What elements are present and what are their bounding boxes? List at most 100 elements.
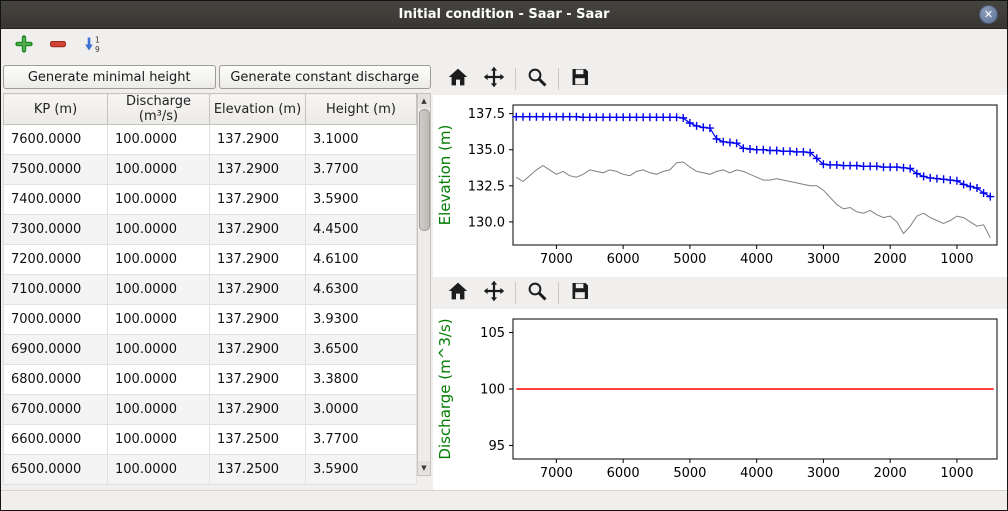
table-cell[interactable]: 6800.0000	[4, 365, 108, 395]
table-cell[interactable]: 137.2900	[210, 335, 306, 365]
save-button[interactable]	[565, 279, 595, 307]
svg-text:2000: 2000	[874, 466, 907, 481]
table-cell[interactable]: 3.6500	[306, 335, 417, 365]
table-cell[interactable]: 3.0000	[306, 395, 417, 425]
table-cell[interactable]: 6500.0000	[4, 455, 108, 485]
remove-row-button[interactable]	[45, 33, 71, 59]
table-cell[interactable]: 6600.0000	[4, 425, 108, 455]
table-cell[interactable]: 100.0000	[108, 215, 210, 245]
table-cell[interactable]: 3.5900	[306, 455, 417, 485]
table-cell[interactable]: 100.0000	[108, 185, 210, 215]
table-cell[interactable]: 100.0000	[108, 125, 210, 155]
table-cell[interactable]: 137.2900	[210, 395, 306, 425]
table-cell[interactable]: 137.2900	[210, 305, 306, 335]
discharge-chart[interactable]: 700060005000400030002000100095100105Disc…	[433, 309, 1007, 491]
svg-text:6000: 6000	[607, 466, 640, 481]
table-cell[interactable]: 137.2900	[210, 275, 306, 305]
elevation-chart[interactable]: 7000600050004000300020001000130.0132.513…	[433, 95, 1007, 277]
table-cell[interactable]: 100.0000	[108, 275, 210, 305]
table-cell[interactable]: 7400.0000	[4, 185, 108, 215]
table-scrollbar[interactable]: ▲ ▼	[417, 93, 431, 476]
table-cell[interactable]: 100.0000	[108, 305, 210, 335]
table-cell[interactable]: 100.0000	[108, 245, 210, 275]
table-cell[interactable]: 7200.0000	[4, 245, 108, 275]
table-cell[interactable]: 3.1000	[306, 125, 417, 155]
status-bar	[1, 490, 1007, 510]
table-row: 6900.0000100.0000137.29003.6500	[4, 335, 417, 365]
table-cell[interactable]: 100.0000	[108, 335, 210, 365]
table-cell[interactable]: 4.4500	[306, 215, 417, 245]
table-cell[interactable]: 137.2900	[210, 125, 306, 155]
remove-icon	[49, 35, 67, 57]
table-cell[interactable]: 4.6100	[306, 245, 417, 275]
table-cell[interactable]: 100.0000	[108, 365, 210, 395]
table-cell[interactable]: 100.0000	[108, 395, 210, 425]
table-cell[interactable]: 7600.0000	[4, 125, 108, 155]
table-cell[interactable]: 3.7700	[306, 425, 417, 455]
save-button[interactable]	[565, 65, 595, 93]
table-cell[interactable]: 137.2500	[210, 455, 306, 485]
table-cell[interactable]: 137.2500	[210, 425, 306, 455]
scroll-down-arrow[interactable]: ▼	[418, 461, 430, 475]
svg-text:9: 9	[95, 45, 100, 53]
toolbar-separator	[558, 282, 559, 304]
zoom-button[interactable]	[522, 279, 552, 307]
column-header[interactable]: Discharge (m³/s)	[108, 94, 210, 125]
left-panel: Generate minimal height Generate constan…	[1, 63, 433, 490]
table-cell[interactable]: 137.2900	[210, 215, 306, 245]
window-title: Initial condition - Saar - Saar	[398, 7, 609, 22]
table-cell[interactable]: 100.0000	[108, 455, 210, 485]
column-header[interactable]: Elevation (m)	[210, 94, 306, 125]
table-row: 6800.0000100.0000137.29003.3800	[4, 365, 417, 395]
table-cell[interactable]: 137.2900	[210, 185, 306, 215]
table-cell[interactable]: 6900.0000	[4, 335, 108, 365]
svg-text:4000: 4000	[740, 466, 773, 481]
table-body: 7600.0000100.0000137.29003.10007500.0000…	[4, 125, 417, 485]
table-row: 7600.0000100.0000137.29003.1000	[4, 125, 417, 155]
column-header[interactable]: KP (m)	[4, 94, 108, 125]
add-row-button[interactable]	[11, 33, 37, 59]
sort-rows-button[interactable]: 1 9	[79, 33, 105, 59]
close-button[interactable]: ✕	[979, 5, 998, 24]
svg-text:3000: 3000	[807, 252, 840, 267]
home-icon	[447, 66, 469, 92]
generate-constant-discharge-button[interactable]: Generate constant discharge	[219, 65, 432, 89]
table-cell[interactable]: 100.0000	[108, 425, 210, 455]
table-cell[interactable]: 7000.0000	[4, 305, 108, 335]
svg-text:100: 100	[480, 382, 505, 397]
scroll-thumb[interactable]	[419, 109, 430, 231]
scroll-up-arrow[interactable]: ▲	[418, 94, 430, 108]
svg-text:1000: 1000	[940, 466, 973, 481]
chart-canvas[interactable]: 7000600050004000300020001000130.0132.513…	[433, 95, 1007, 277]
zoom-icon	[526, 66, 548, 92]
home-button[interactable]	[443, 65, 473, 93]
zoom-button[interactable]	[522, 65, 552, 93]
chart-canvas[interactable]: 700060005000400030002000100095100105Disc…	[433, 309, 1007, 491]
table-cell[interactable]: 137.2900	[210, 365, 306, 395]
table-row: 7400.0000100.0000137.29003.5900	[4, 185, 417, 215]
table-cell[interactable]: 137.2900	[210, 245, 306, 275]
svg-text:132.5: 132.5	[468, 179, 505, 194]
table-cell[interactable]: 3.9300	[306, 305, 417, 335]
svg-text:135.0: 135.0	[468, 143, 505, 158]
pan-button[interactable]	[479, 65, 509, 93]
initial-condition-table[interactable]: KP (m)Discharge (m³/s)Elevation (m)Heigh…	[3, 93, 417, 485]
save-icon	[569, 280, 591, 306]
generate-minimal-height-button[interactable]: Generate minimal height	[3, 65, 216, 89]
table-cell[interactable]: 3.5900	[306, 185, 417, 215]
table-cell[interactable]: 7300.0000	[4, 215, 108, 245]
table-cell[interactable]: 7100.0000	[4, 275, 108, 305]
home-button[interactable]	[443, 279, 473, 307]
table-cell[interactable]: 7500.0000	[4, 155, 108, 185]
table-area: KP (m)Discharge (m³/s)Elevation (m)Heigh…	[3, 93, 431, 485]
column-header[interactable]: Height (m)	[306, 94, 417, 125]
pan-icon	[483, 280, 505, 306]
table-cell[interactable]: 4.6300	[306, 275, 417, 305]
table-cell[interactable]: 3.7700	[306, 155, 417, 185]
table-cell[interactable]: 100.0000	[108, 155, 210, 185]
table-cell[interactable]: 3.3800	[306, 365, 417, 395]
table-cell[interactable]: 137.2900	[210, 155, 306, 185]
table-cell[interactable]: 6700.0000	[4, 395, 108, 425]
main-area: Generate minimal height Generate constan…	[1, 63, 1007, 490]
pan-button[interactable]	[479, 279, 509, 307]
